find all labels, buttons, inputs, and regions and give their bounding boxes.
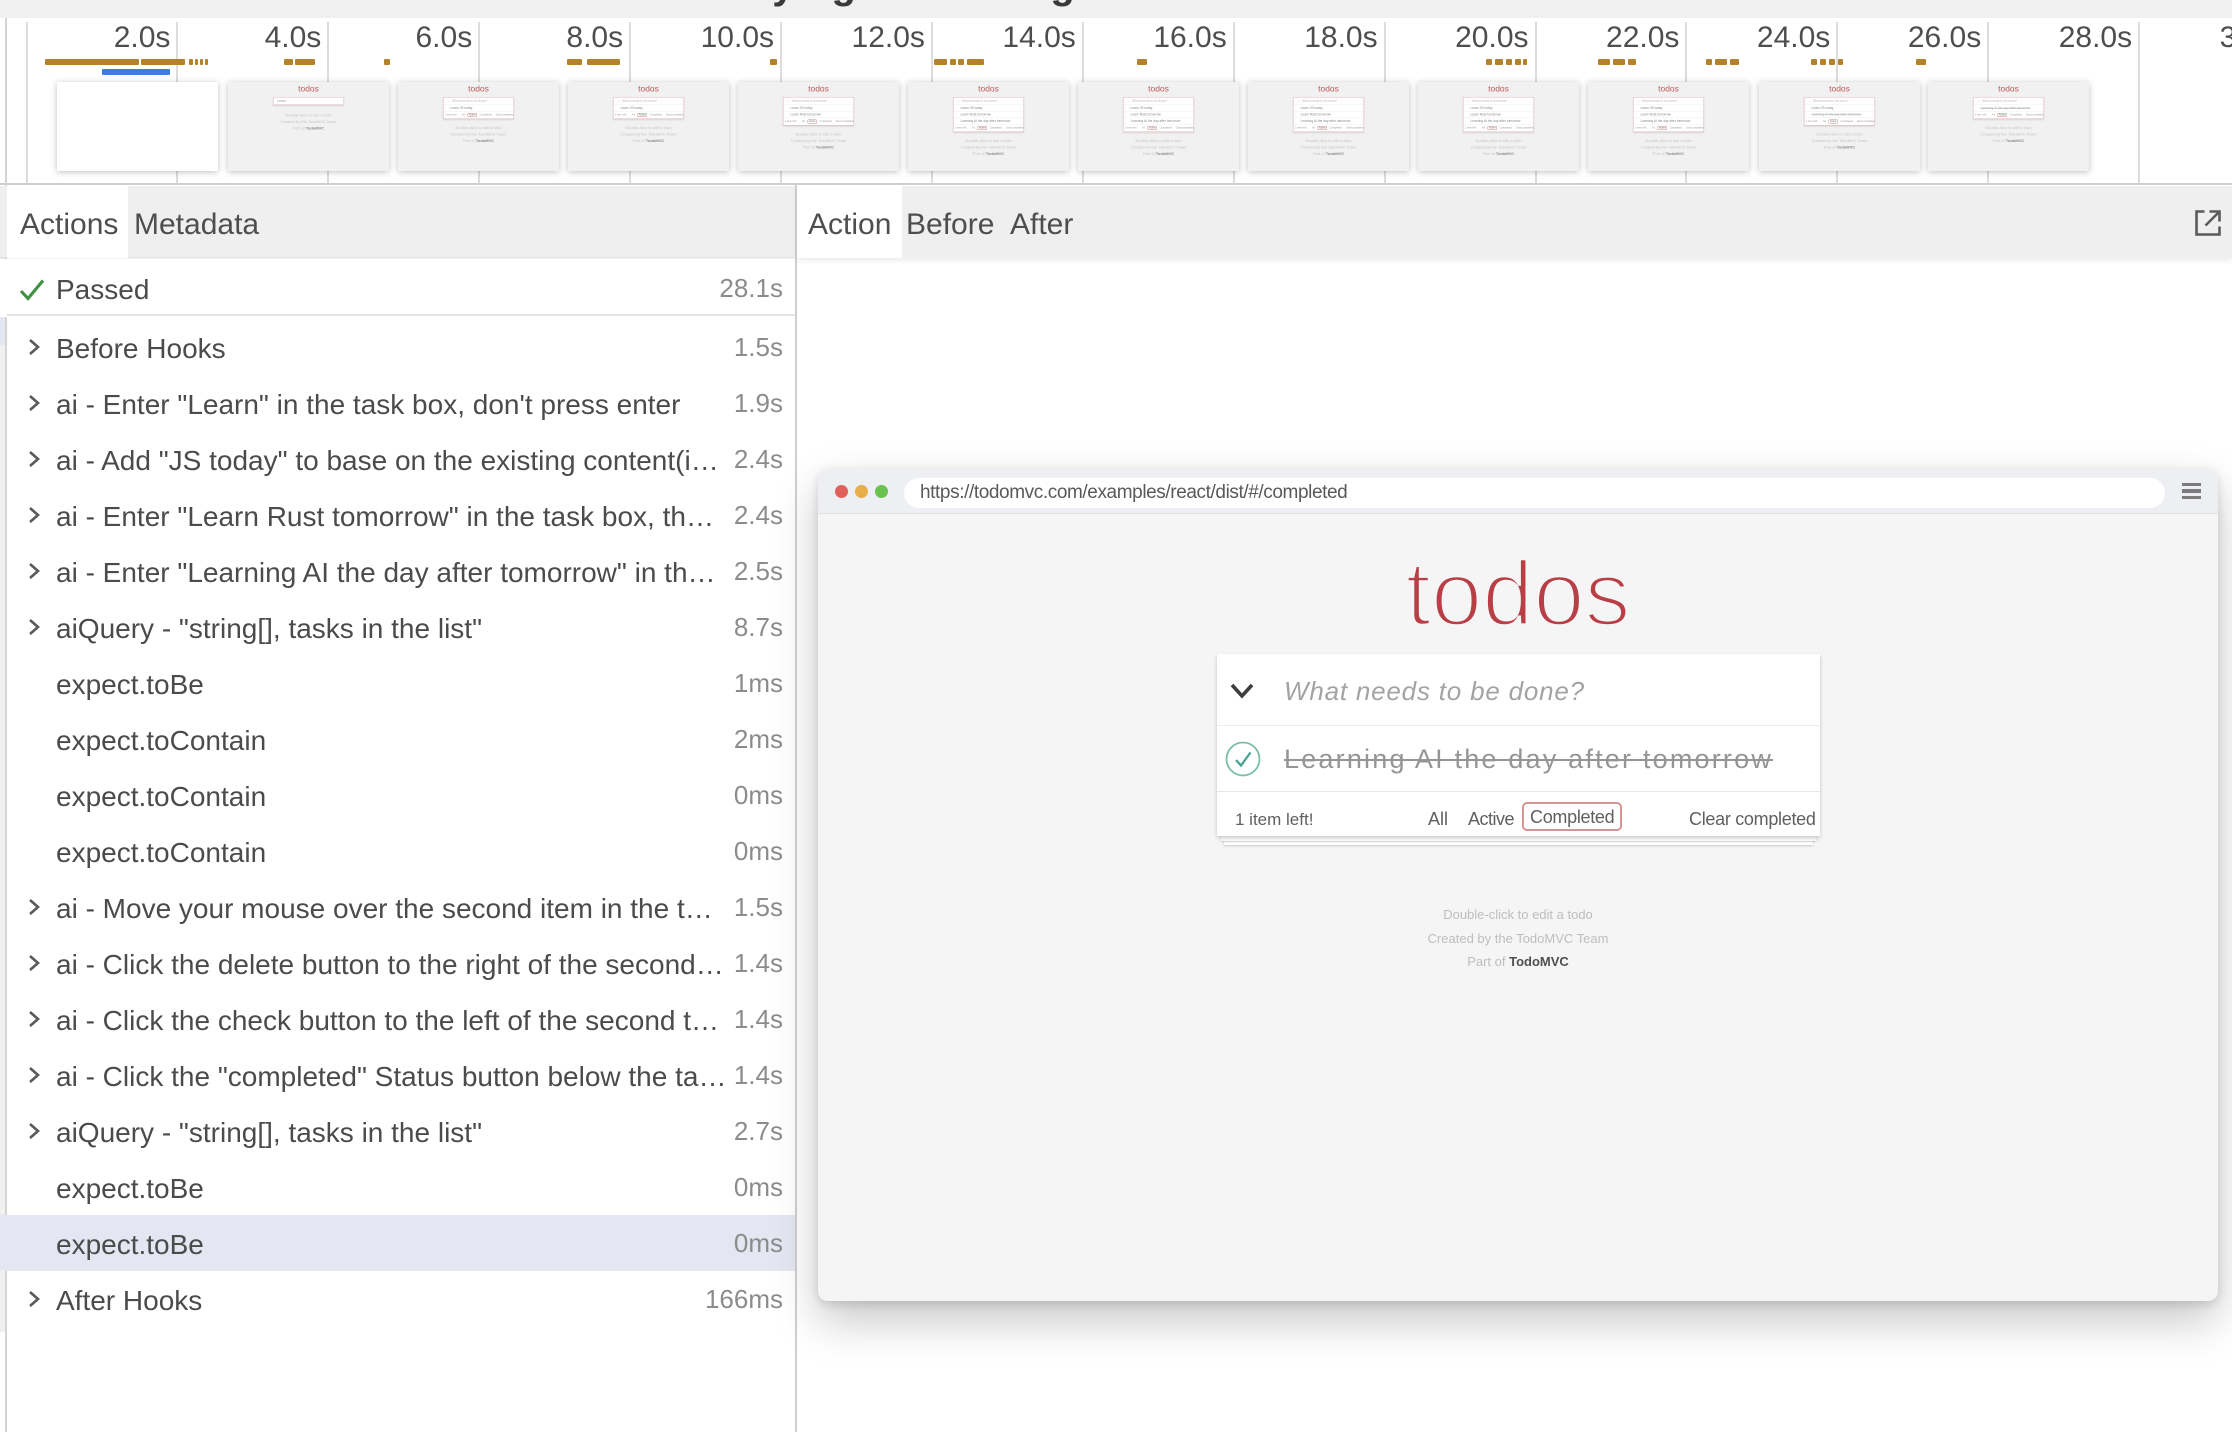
svg-text:todos: todos [1405,543,1630,645]
